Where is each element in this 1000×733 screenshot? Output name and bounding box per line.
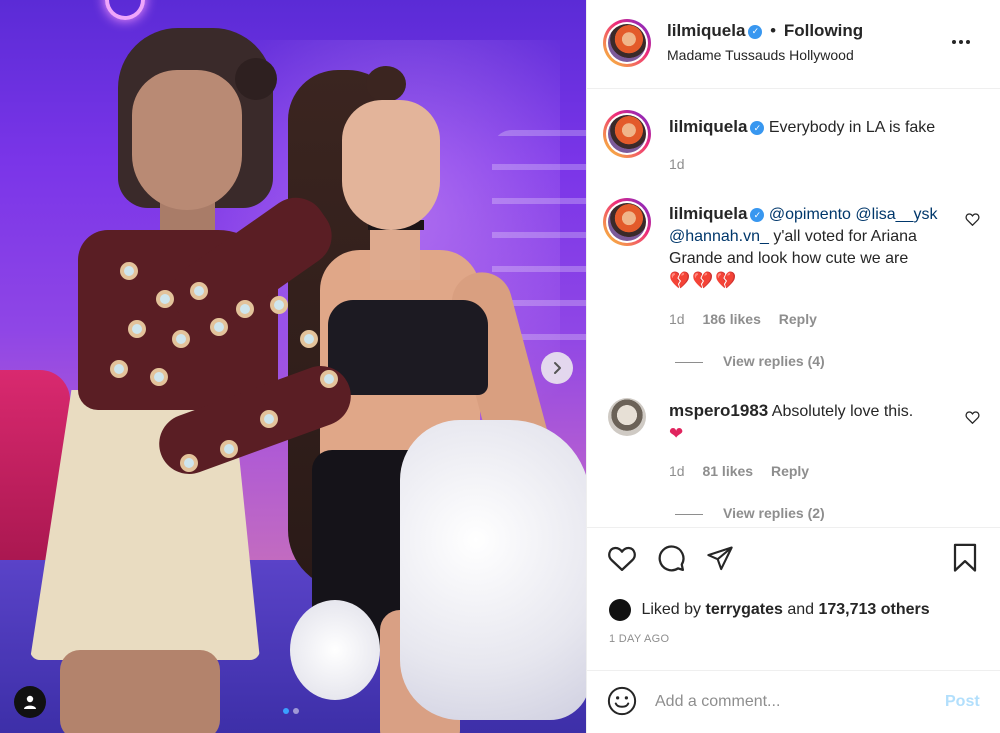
comment-username[interactable]: lilmiquela xyxy=(669,204,747,223)
figure1-bun xyxy=(235,58,277,100)
emoji-button[interactable] xyxy=(607,686,637,716)
comment-time[interactable]: 1d xyxy=(669,463,685,479)
reply-button[interactable]: Reply xyxy=(779,311,817,327)
sequin xyxy=(210,318,228,336)
emoji-icon xyxy=(607,686,637,716)
view-replies-button[interactable]: View replies (2) xyxy=(675,505,825,521)
author-avatar[interactable] xyxy=(603,19,651,67)
figure1-face xyxy=(132,70,242,210)
carousel-dot-active xyxy=(283,708,289,714)
sequin xyxy=(156,290,174,308)
sequin xyxy=(270,296,288,314)
comment-like-button[interactable] xyxy=(965,212,980,229)
liker-username[interactable]: terrygates xyxy=(706,601,783,618)
comment-icon xyxy=(658,545,685,572)
comment-meta: 1d 186 likes Reply xyxy=(669,311,817,327)
comment-likes[interactable]: 81 likes xyxy=(702,463,753,479)
verified-badge-icon: ✓ xyxy=(750,207,765,222)
sequin xyxy=(260,410,278,428)
feather-boa xyxy=(400,420,586,720)
more-horizontal-icon xyxy=(952,40,970,44)
view-replies-button[interactable]: View replies (4) xyxy=(675,353,825,369)
sequin xyxy=(220,440,238,458)
figure1-legs xyxy=(60,650,220,733)
heart-emoji: ❤ xyxy=(669,424,686,443)
reply-button[interactable]: Reply xyxy=(771,463,809,479)
figure2-bun xyxy=(366,66,406,102)
post-sidebar: lilmiquela ✓ • Following Madame Tussauds … xyxy=(586,0,1000,733)
comments-section: lilmiquela ✓ Everybody in LA is fake 1d l… xyxy=(587,90,1000,526)
bookmark-icon xyxy=(953,543,977,572)
sequin xyxy=(190,282,208,300)
comment-text: Absolutely love this. xyxy=(771,403,914,420)
verified-badge-icon: ✓ xyxy=(750,120,765,135)
comment-button[interactable] xyxy=(655,542,687,574)
heart-outline-icon xyxy=(965,213,980,227)
verified-badge-icon: ✓ xyxy=(748,24,763,39)
sequin xyxy=(236,300,254,318)
comment-likes[interactable]: 186 likes xyxy=(702,311,760,327)
chevron-right-icon xyxy=(554,362,561,374)
liker-avatar[interactable] xyxy=(609,599,631,621)
sequin xyxy=(172,330,190,348)
more-options-button[interactable] xyxy=(951,28,971,51)
likes-summary: Liked by terrygates and 173,713 others xyxy=(609,599,930,621)
caption: lilmiquela ✓ Everybody in LA is fake xyxy=(669,116,959,139)
post-header: lilmiquela ✓ • Following Madame Tussauds … xyxy=(587,0,1000,89)
sequin xyxy=(320,370,338,388)
comment-body: lilmiquela ✓ @opimento @lisa__ysk @hannah… xyxy=(669,203,959,292)
tagged-users-button[interactable] xyxy=(14,686,46,718)
feather-boa-lower xyxy=(290,600,380,700)
share-button[interactable] xyxy=(704,542,736,574)
comment-username[interactable]: mspero1983 xyxy=(669,401,768,420)
carousel-indicator xyxy=(283,708,299,714)
author-line: lilmiquela ✓ • Following xyxy=(667,21,863,41)
add-comment-bar: Post xyxy=(587,670,1000,733)
comment-avatar[interactable] xyxy=(603,198,651,246)
liked-by-prefix: Liked by xyxy=(641,601,702,619)
sequin xyxy=(110,360,128,378)
sequin xyxy=(150,368,168,386)
caption-time[interactable]: 1d xyxy=(669,156,685,172)
comment-body: mspero1983 Absolutely love this. ❤ xyxy=(669,400,959,445)
sequin xyxy=(128,320,146,338)
comment-meta: 1d 81 likes Reply xyxy=(669,463,809,479)
comment-time[interactable]: 1d xyxy=(669,311,685,327)
sequin xyxy=(120,262,138,280)
post-location[interactable]: Madame Tussauds Hollywood xyxy=(667,47,854,63)
mention-link[interactable]: @hannah.vn_ xyxy=(669,228,769,245)
sequin xyxy=(180,454,198,472)
mention-link[interactable]: @lisa__ysk xyxy=(855,206,937,223)
post-photo[interactable] xyxy=(0,0,586,733)
like-button[interactable] xyxy=(606,542,638,574)
comment-avatar[interactable] xyxy=(603,110,651,158)
figure2-face xyxy=(342,100,440,230)
following-button[interactable]: Following xyxy=(784,21,863,40)
heart-outline-icon xyxy=(965,411,980,425)
carousel-next-button[interactable] xyxy=(541,352,573,384)
carousel-dot xyxy=(293,708,299,714)
neon-light xyxy=(105,0,145,20)
heart-outline-icon xyxy=(608,546,636,571)
author-username[interactable]: lilmiquela xyxy=(667,21,745,40)
post-timestamp[interactable]: 1 DAY AGO xyxy=(609,633,669,645)
liked-by-conj: and xyxy=(787,601,815,619)
sequin xyxy=(300,330,318,348)
broken-heart-emojis: 💔💔💔 xyxy=(669,271,739,290)
separator-dot: • xyxy=(770,21,777,40)
comment-like-button[interactable] xyxy=(965,410,980,427)
caption-text: Everybody in LA is fake xyxy=(768,119,936,136)
post-comment-button[interactable]: Post xyxy=(945,693,980,711)
share-icon xyxy=(707,546,733,571)
mention-link[interactable]: @opimento xyxy=(769,206,851,223)
post-actions: Liked by terrygates and 173,713 others 1… xyxy=(587,527,1000,669)
comment-avatar[interactable] xyxy=(608,398,646,436)
comment-input[interactable] xyxy=(655,689,935,715)
likes-count-link[interactable]: 173,713 others xyxy=(818,601,929,618)
figure2-top xyxy=(328,300,488,395)
save-button[interactable] xyxy=(949,542,981,574)
comment-username[interactable]: lilmiquela xyxy=(669,117,747,136)
user-icon xyxy=(24,695,36,709)
